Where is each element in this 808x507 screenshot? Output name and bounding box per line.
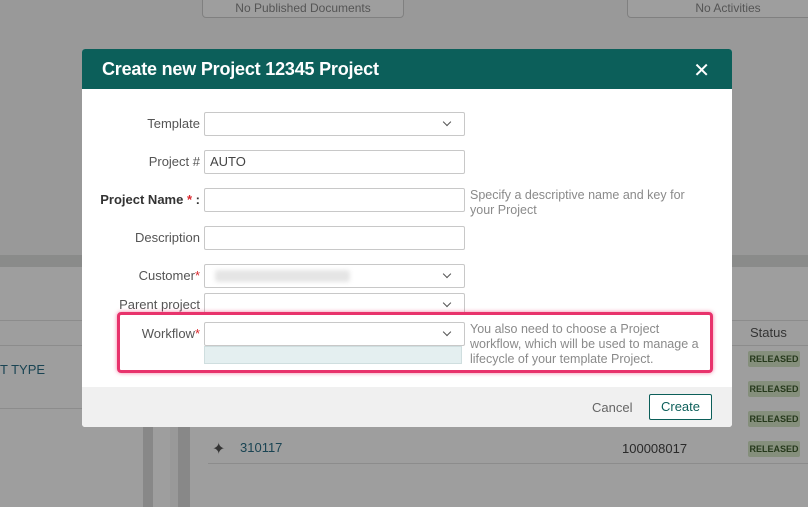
description-input[interactable] — [204, 226, 465, 250]
dialog-title: Create new Project 12345 Project — [102, 59, 379, 79]
template-select[interactable] — [204, 112, 465, 136]
dialog-header: Create new Project 12345 Project ✕ — [82, 49, 732, 89]
project-number-row: Project # AUTO — [82, 150, 732, 174]
redacted-customer-value — [215, 270, 350, 282]
cancel-button[interactable]: Cancel — [592, 400, 632, 415]
project-name-input[interactable] — [204, 188, 465, 212]
create-button[interactable]: Create — [649, 394, 712, 420]
required-marker: * — [186, 192, 193, 207]
label-suffix: : — [195, 192, 200, 207]
template-label: Template — [147, 116, 200, 131]
customer-row: Customer* — [82, 264, 732, 288]
project-name-label: Project Name * : — [100, 192, 200, 207]
description-row: Description — [82, 226, 732, 250]
chevron-down-icon — [442, 298, 452, 308]
chevron-down-icon — [442, 117, 452, 127]
parent-project-label: Parent project — [119, 297, 200, 312]
close-icon[interactable]: ✕ — [693, 58, 710, 83]
customer-label: Customer* — [139, 268, 200, 283]
template-row: Template — [82, 112, 732, 136]
project-name-row: Project Name * : Specify a descriptive n… — [82, 188, 732, 217]
project-number-label: Project # — [148, 154, 200, 169]
project-name-label-text: Project Name — [100, 192, 184, 207]
dialog-footer: Cancel Create — [82, 387, 732, 427]
required-marker: * — [194, 268, 200, 283]
workflow-highlight-annotation — [117, 312, 713, 373]
project-name-help: Specify a descriptive name and key for y… — [470, 188, 685, 217]
project-number-input[interactable]: AUTO — [204, 150, 465, 174]
customer-label-text: Customer — [138, 268, 195, 283]
chevron-down-icon — [442, 269, 452, 279]
customer-select[interactable] — [204, 264, 465, 288]
description-label: Description — [134, 230, 200, 245]
